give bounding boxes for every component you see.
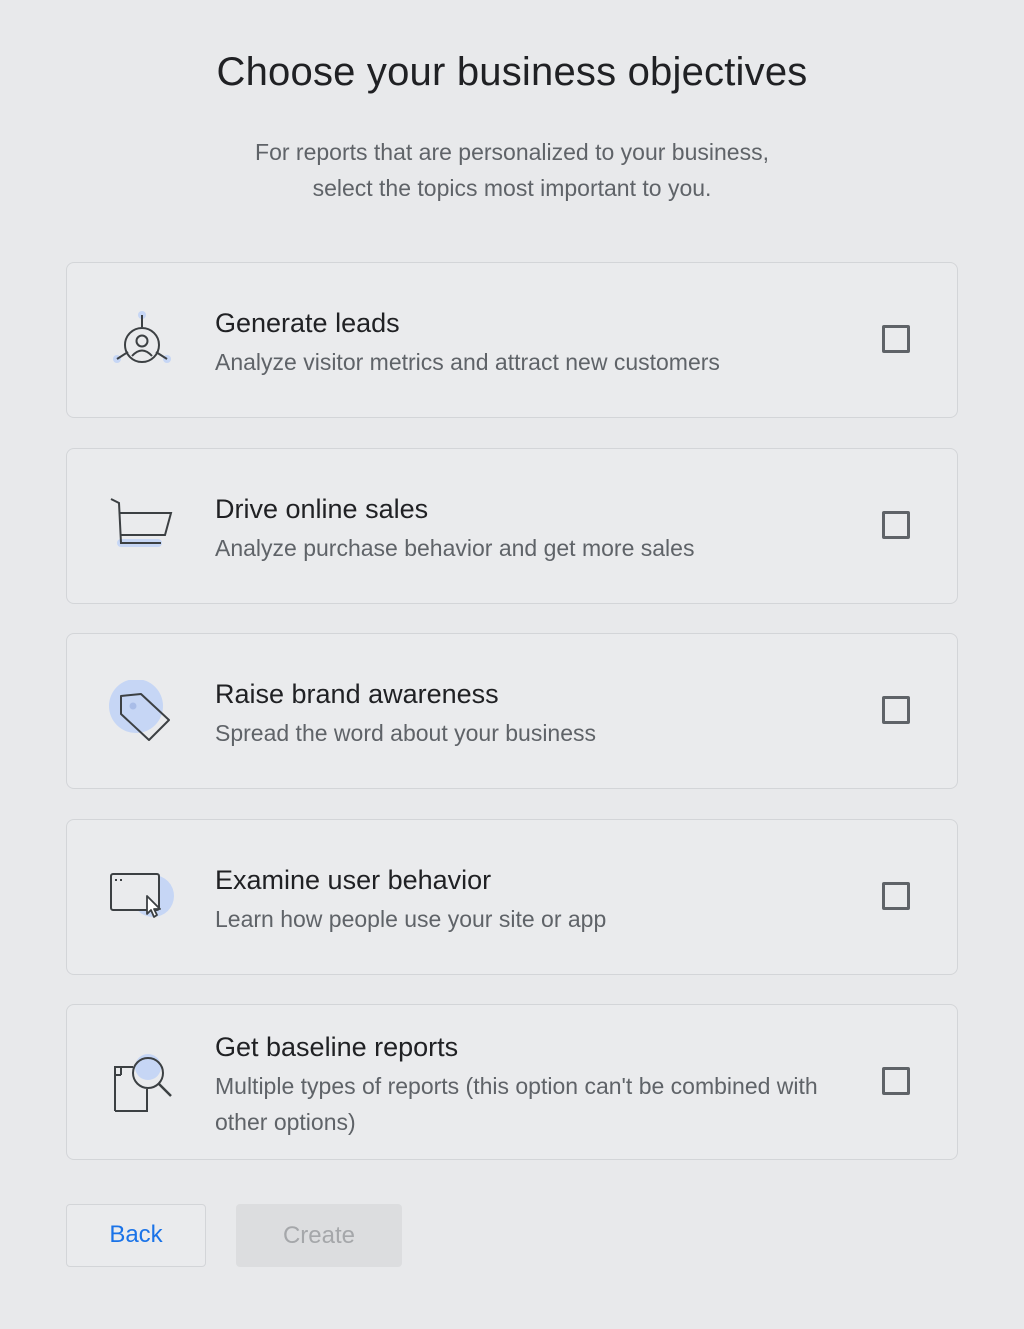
raise-brand-awareness-checkbox[interactable] (882, 696, 910, 724)
option-examine-user-behavior[interactable]: Examine user behavior Learn how people u… (66, 818, 958, 975)
get-baseline-reports-checkbox[interactable] (882, 1067, 910, 1095)
page-title: Choose your business objectives (216, 50, 808, 94)
option-title: Drive online sales (215, 493, 429, 524)
subtitle-line-2: select the topics most important to you. (312, 175, 712, 201)
option-title: Generate leads (215, 308, 400, 338)
back-button[interactable]: Back (66, 1204, 206, 1267)
option-drive-online-sales[interactable]: Drive online sales Analyze purchase beha… (66, 447, 958, 604)
option-description: Spread the word about your business (215, 720, 597, 746)
option-generate-leads[interactable]: Generate leads Analyze visitor metrics a… (66, 262, 958, 418)
option-title: Examine user behavior (215, 864, 492, 895)
option-description: Learn how people use your site or app (215, 905, 607, 932)
option-text: Generate leads Analyze visitor metrics a… (215, 305, 865, 380)
examine-user-behavior-checkbox[interactable] (882, 881, 910, 910)
option-text: Get baseline reports Multiple types of r… (215, 1029, 865, 1140)
option-description: Multiple types of reports (this option c… (215, 1073, 818, 1135)
option-text: Raise brand awareness Spread the word ab… (215, 676, 865, 751)
shopping-cart-icon (107, 495, 177, 559)
option-raise-brand-awareness[interactable]: Raise brand awareness Spread the word ab… (66, 633, 958, 789)
option-text: Examine user behavior Learn how people u… (215, 862, 865, 937)
option-text: Drive online sales Analyze purchase beha… (215, 491, 865, 566)
option-description: Analyze visitor metrics and attract new … (215, 349, 720, 375)
price-tag-icon (107, 680, 177, 744)
create-button[interactable]: Create (236, 1204, 402, 1267)
option-title: Raise brand awareness (215, 679, 499, 709)
option-title: Get baseline reports (215, 1032, 459, 1062)
browser-cursor-icon (107, 866, 177, 930)
report-magnifier-icon (107, 1051, 177, 1115)
option-get-baseline-reports[interactable]: Get baseline reports Multiple types of r… (66, 1004, 958, 1160)
option-description: Analyze purchase behavior and get more s… (215, 534, 695, 561)
drive-online-sales-checkbox[interactable] (882, 510, 910, 539)
leads-target-person-icon (107, 309, 177, 373)
page-subtitle: For reports that are personalized to you… (200, 134, 824, 206)
generate-leads-checkbox[interactable] (882, 325, 910, 353)
subtitle-line-1: For reports that are personalized to you… (255, 139, 769, 165)
objectives-list: Generate leads Analyze visitor metrics a… (66, 262, 958, 1190)
